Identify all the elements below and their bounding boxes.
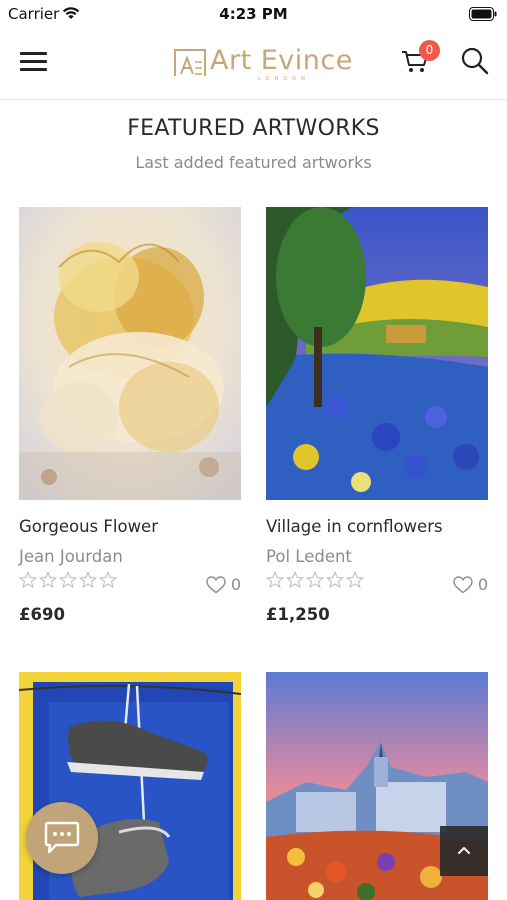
scroll-to-top-button[interactable] (440, 826, 488, 876)
status-bar: Carrier 4:23 PM (0, 0, 507, 28)
like-button[interactable]: 0 (453, 575, 488, 594)
star-empty-icon[interactable] (346, 571, 364, 589)
like-button[interactable]: 0 (206, 575, 241, 594)
artwork-card[interactable]: Gorgeous Flower Jean Jourdan 0 £690 (19, 207, 241, 627)
star-empty-icon[interactable] (266, 571, 284, 589)
star-empty-icon[interactable] (286, 571, 304, 589)
section-title: FEATURED ARTWORKS (127, 116, 380, 141)
artwork-title[interactable]: Village in cornflowers (266, 517, 443, 536)
logo-text: Art Evince (210, 45, 353, 76)
menu-icon (20, 68, 47, 71)
battery-icon (469, 6, 497, 25)
chevron-up-icon (458, 847, 470, 854)
artwork-price: £1,250 (266, 605, 330, 624)
artwork-artist[interactable]: Pol Ledent (266, 547, 352, 566)
like-count: 0 (230, 575, 241, 594)
star-empty-icon[interactable] (79, 571, 97, 589)
rating-stars[interactable] (266, 571, 364, 591)
chat-icon (44, 821, 80, 854)
heart-icon (206, 575, 226, 593)
artwork-price: £690 (19, 605, 65, 624)
menu-icon (20, 60, 47, 63)
artwork-title[interactable]: Gorgeous Flower (19, 517, 158, 536)
app-logo[interactable]: Art Evince LONDON (173, 42, 352, 86)
search-icon (461, 47, 489, 75)
cart-count-badge: 0 (419, 40, 440, 61)
search-button[interactable] (460, 46, 490, 76)
artwork-artist[interactable]: Jean Jourdan (19, 547, 123, 566)
menu-icon (20, 52, 47, 55)
star-empty-icon[interactable] (326, 571, 344, 589)
section-subtitle: Last added featured artworks (135, 153, 372, 172)
like-count: 0 (477, 575, 488, 594)
menu-button[interactable] (20, 50, 48, 74)
clock-label: 4:23 PM (219, 5, 288, 23)
chat-button[interactable] (26, 802, 98, 874)
artwork-image[interactable] (266, 207, 488, 500)
star-empty-icon[interactable] (19, 571, 37, 589)
logo-mark-icon (174, 49, 206, 76)
artwork-image[interactable] (19, 207, 241, 500)
app-header: Art Evince LONDON 0 (0, 28, 507, 100)
star-empty-icon[interactable] (306, 571, 324, 589)
artwork-card[interactable]: Village in cornflowers Pol Ledent 0 £1,2… (266, 207, 488, 627)
star-empty-icon[interactable] (39, 571, 57, 589)
star-empty-icon[interactable] (59, 571, 77, 589)
rating-stars[interactable] (19, 571, 117, 591)
logo-subtext: LONDON (258, 76, 310, 82)
heart-icon (453, 575, 473, 593)
star-empty-icon[interactable] (99, 571, 117, 589)
